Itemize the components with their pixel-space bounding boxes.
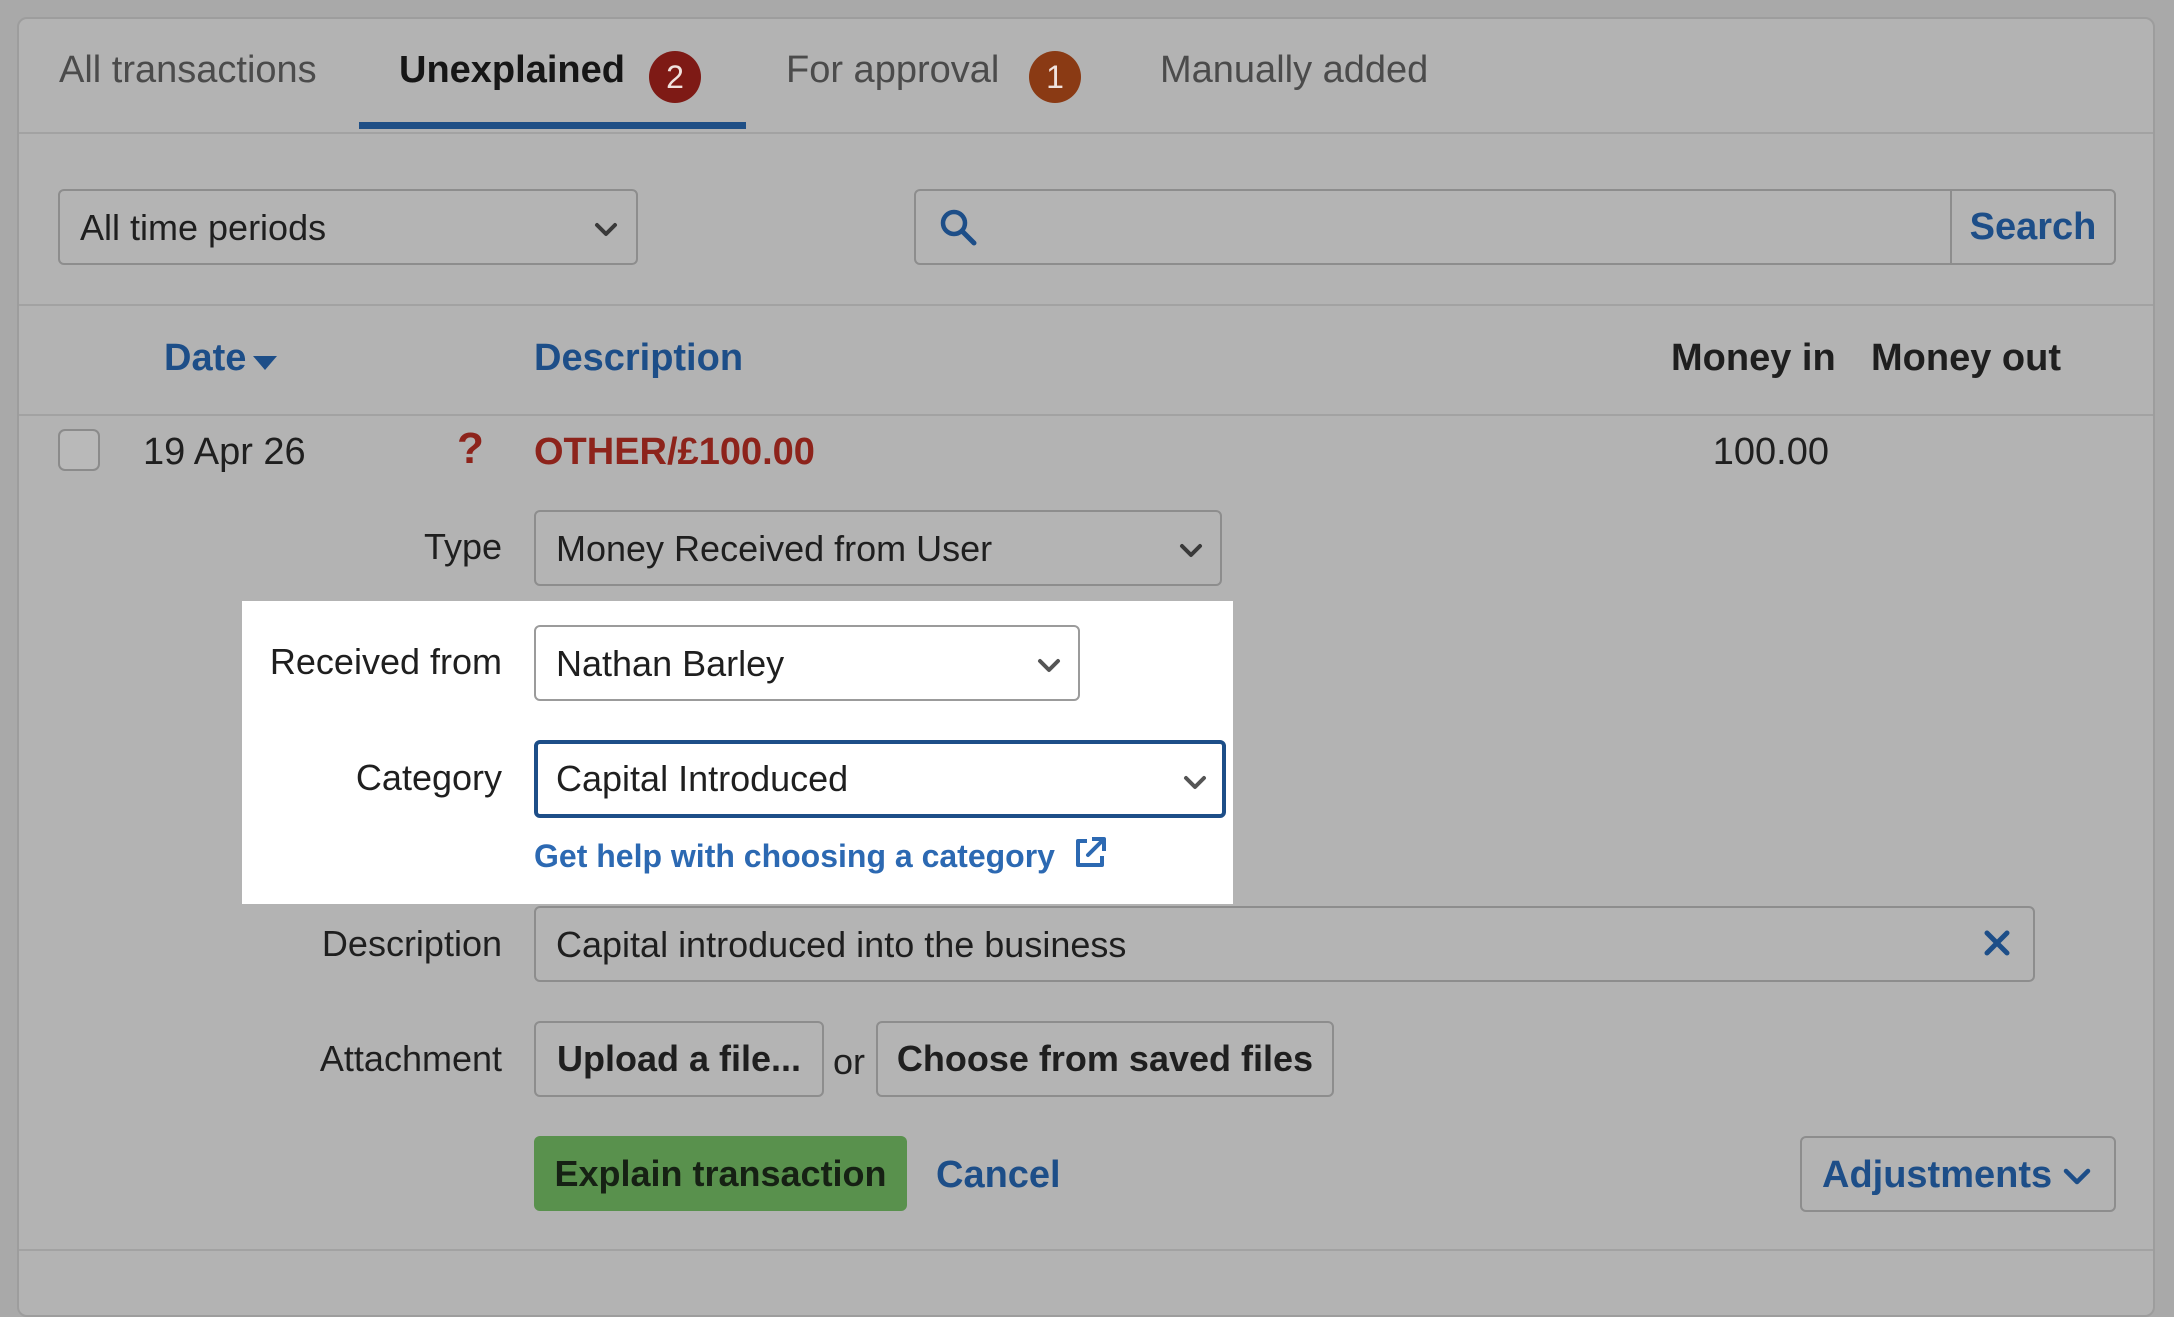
- tab-unexplained[interactable]: Unexplained: [399, 49, 625, 92]
- description-column-header[interactable]: Description: [534, 337, 743, 380]
- explain-transaction-button[interactable]: Explain transaction: [534, 1136, 907, 1211]
- date-column-header[interactable]: Date: [164, 337, 246, 380]
- filter-bar: All time periods Search: [19, 132, 2153, 306]
- category-label: Category: [355, 757, 502, 798]
- for-approval-count-badge: 1: [1029, 51, 1081, 103]
- cancel-link[interactable]: Cancel: [936, 1154, 1061, 1197]
- tab-all-transactions[interactable]: All transactions: [59, 49, 317, 92]
- type-value: Money Received from User: [556, 528, 993, 569]
- description-value: Capital introduced into the business: [556, 924, 1127, 965]
- sort-descending-icon[interactable]: [251, 354, 279, 372]
- category-value: Capital Introduced: [556, 758, 849, 799]
- money-out-column-header: Money out: [1871, 337, 2061, 379]
- unexplained-count-badge: 2: [649, 51, 701, 103]
- tab-bar: All transactions Unexplained 2 For appro…: [19, 19, 2153, 134]
- type-select[interactable]: Money Received from User: [534, 510, 1222, 586]
- active-tab-indicator: [359, 122, 746, 129]
- money-in-column-header: Money in: [1671, 337, 1836, 379]
- bank-transactions-panel: All transactions Unexplained 2 For appro…: [17, 17, 2155, 1317]
- table-header: Date Description Money in Money out: [19, 304, 2153, 416]
- attachment-label: Attachment: [319, 1038, 502, 1079]
- chevron-down-icon: [2063, 1168, 2091, 1185]
- adjustments-button[interactable]: Adjustments: [1800, 1136, 2116, 1212]
- category-help-link[interactable]: Get help with choosing a category: [534, 831, 1106, 875]
- received-from-select[interactable]: Nathan Barley: [534, 625, 1080, 701]
- row-divider: [19, 1249, 2153, 1251]
- transaction-money-in: 100.00: [1712, 431, 1829, 473]
- transaction-description[interactable]: OTHER/£100.00: [534, 431, 815, 474]
- choose-saved-files-button[interactable]: Choose from saved files: [876, 1021, 1334, 1097]
- received-from-value: Nathan Barley: [556, 643, 785, 684]
- chevron-down-icon: [595, 223, 617, 236]
- tab-manually-added[interactable]: Manually added: [1160, 49, 1428, 92]
- adjustments-label: Adjustments: [1822, 1154, 2053, 1196]
- type-label: Type: [423, 526, 502, 567]
- search-field: Search: [914, 189, 2116, 265]
- unexplained-status-icon: ?: [457, 424, 484, 473]
- row-select-checkbox[interactable]: [58, 429, 100, 471]
- tab-for-approval[interactable]: For approval: [786, 49, 999, 92]
- description-input[interactable]: Capital introduced into the business: [534, 906, 2035, 982]
- upload-file-button[interactable]: Upload a file...: [534, 1021, 824, 1097]
- or-separator: or: [833, 1041, 866, 1082]
- chevron-down-icon: [1184, 776, 1206, 789]
- time-period-select[interactable]: All time periods: [58, 189, 638, 265]
- received-from-label: Received from: [269, 641, 502, 682]
- clear-icon[interactable]: [1982, 928, 2012, 958]
- time-period-value: All time periods: [80, 207, 327, 248]
- category-select[interactable]: Capital Introduced: [534, 740, 1226, 818]
- description-label: Description: [321, 923, 502, 964]
- chevron-down-icon: [1038, 659, 1060, 672]
- search-icon: [940, 209, 977, 246]
- search-button[interactable]: Search: [1950, 191, 2114, 263]
- chevron-down-icon: [1180, 544, 1202, 557]
- search-input[interactable]: [996, 207, 1996, 247]
- category-help-link-text: Get help with choosing a category: [534, 838, 1055, 874]
- transaction-date: 19 Apr 26: [143, 431, 306, 473]
- external-link-icon: [1075, 837, 1106, 867]
